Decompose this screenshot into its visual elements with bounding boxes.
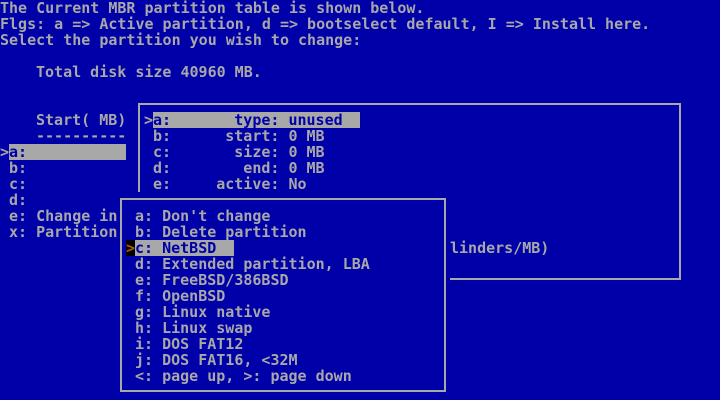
menu-item-change-input-units[interactable]: e: Change in: [9, 208, 117, 224]
sysinst-console-screen: The Current MBR partition table is shown…: [0, 0, 720, 400]
page-navigation-hint[interactable]: <: page up, >: page down: [135, 368, 352, 384]
type-option-dos-fat12[interactable]: i: DOS FAT12: [135, 336, 243, 352]
start-mb-column-header: Start( MB): [36, 111, 127, 129]
menu-item-partition-table-ok[interactable]: x: Partition: [9, 224, 117, 240]
header-line-2-flags-legend: Flgs: a => Active partition, d => bootse…: [0, 15, 651, 33]
type-option-netbsd[interactable]: c: NetBSD: [135, 240, 234, 256]
detail-row-end[interactable]: d: end: 0 MB: [153, 160, 325, 176]
partition-row-b[interactable]: b:: [9, 160, 27, 176]
header-line-1: The Current MBR partition table is shown…: [0, 0, 425, 17]
total-disk-size-text: Total disk size 40960 MB.: [36, 63, 262, 81]
partition-row-d[interactable]: d:: [9, 192, 27, 208]
type-option-openbsd[interactable]: f: OpenBSD: [135, 288, 225, 304]
type-option-dont-change[interactable]: a: Don't change: [135, 208, 270, 224]
type-option-linux-native[interactable]: g: Linux native: [135, 304, 270, 320]
type-option-delete-partition[interactable]: b: Delete partition: [135, 224, 307, 240]
column-header-underline: ----------: [36, 127, 127, 145]
type-option-dos-fat16[interactable]: j: DOS FAT16, <32M: [135, 352, 298, 368]
type-option-extended-lba[interactable]: d: Extended partition, LBA: [135, 256, 370, 272]
selection-pointer-icon: >: [0, 143, 10, 161]
header-line-3-prompt: Select the partition you wish to change:: [0, 31, 362, 49]
detail-row-type[interactable]: a: type: unused: [153, 112, 360, 128]
partition-row-c[interactable]: c:: [9, 176, 27, 192]
detail-row-start[interactable]: b: start: 0 MB: [153, 128, 325, 144]
detail-row-size[interactable]: c: size: 0 MB: [153, 144, 325, 160]
detail-selection-pointer-icon: >: [144, 111, 154, 129]
partition-row-a[interactable]: a:: [9, 144, 126, 160]
type-option-freebsd[interactable]: e: FreeBSD/386BSD: [135, 272, 289, 288]
units-hint-partial-text: linders/MB): [450, 239, 550, 257]
type-menu-cursor-arrow-icon: >: [126, 239, 136, 257]
partition-type-menu-window: a: Don't change b: Delete partition > c:…: [117, 192, 450, 400]
type-option-linux-swap[interactable]: h: Linux swap: [135, 320, 252, 336]
detail-row-active[interactable]: e: active: No: [153, 176, 307, 192]
